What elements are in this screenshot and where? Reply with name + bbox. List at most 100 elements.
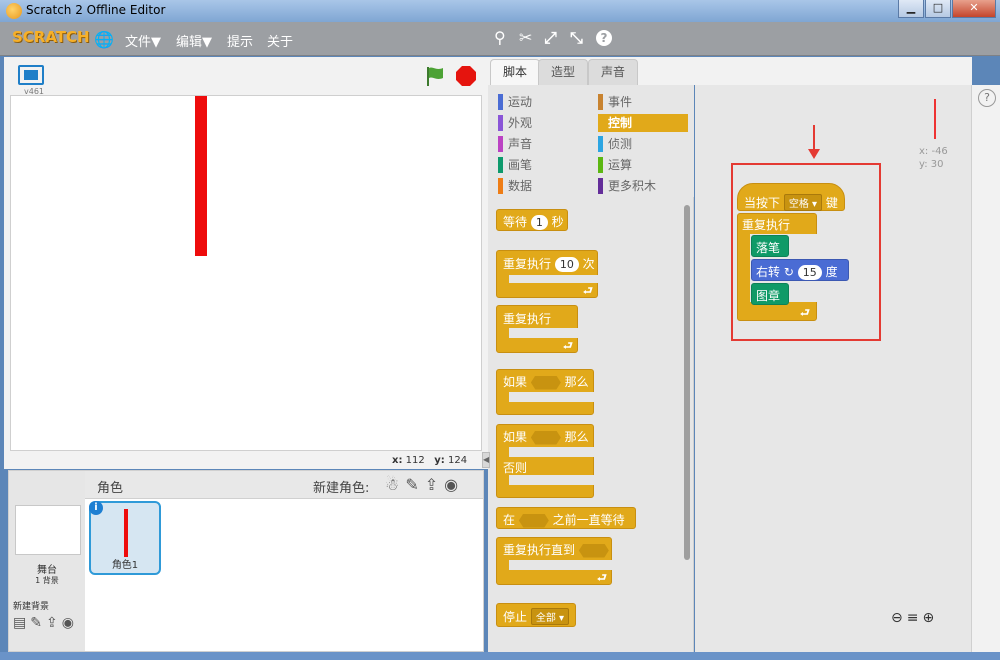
repeat-count-input[interactable]: 10 bbox=[554, 257, 579, 272]
category-events[interactable]: 事件 bbox=[598, 93, 688, 111]
stage-thumbnail[interactable] bbox=[15, 505, 81, 555]
script-pen-down[interactable]: 落笔 bbox=[751, 235, 789, 257]
presentation-mode-icon[interactable] bbox=[18, 65, 44, 85]
category-looks[interactable]: 外观 bbox=[498, 114, 588, 132]
camera-backdrop-icon[interactable]: ◉ bbox=[62, 615, 74, 631]
turn-right-icon: ↻ bbox=[783, 265, 794, 279]
sprite-library-icon[interactable]: ☃ bbox=[385, 475, 399, 494]
backdrop-library-icon[interactable]: ▤ bbox=[13, 615, 26, 631]
sprite-thumbnail[interactable]: i 角色1 bbox=[89, 501, 161, 575]
block-stop[interactable]: 停止 全部 ▾ bbox=[496, 603, 576, 627]
script-stamp[interactable]: 图章 bbox=[751, 283, 789, 305]
turn-degrees-input[interactable]: 15 bbox=[797, 265, 822, 280]
collapse-stage-arrow[interactable]: ◀ bbox=[482, 452, 490, 468]
category-list: 运动 事件 外观 控制 声音 侦测 画笔 运算 数据 更多积木 bbox=[488, 85, 694, 197]
backdrop-count: 1 背景 bbox=[35, 576, 59, 585]
minimize-button[interactable]: ▁ bbox=[898, 0, 924, 18]
stop-option-dropdown[interactable]: 全部 ▾ bbox=[530, 608, 570, 625]
title-bar: Scratch 2 Offline Editor ▁ □ ✕ bbox=[0, 0, 1000, 22]
stage-label: 舞台 bbox=[37, 565, 57, 576]
duplicate-icon[interactable]: ⚲ bbox=[494, 28, 506, 47]
pen-line-drawing bbox=[195, 96, 207, 256]
help-icon[interactable]: ? bbox=[596, 30, 612, 46]
app-icon bbox=[6, 3, 22, 19]
zoom-reset-icon[interactable]: ≡ bbox=[907, 610, 919, 626]
tab-sounds[interactable]: 声音 bbox=[588, 59, 639, 85]
editor-tabs: 脚本 造型 声音 bbox=[488, 57, 972, 85]
if-else-condition-slot[interactable] bbox=[530, 430, 561, 445]
block-if-else[interactable]: 如果 那么 否则 bbox=[496, 424, 595, 498]
mouse-coordinates: x: 112 y: 124 bbox=[392, 455, 467, 466]
palette-scrollbar[interactable] bbox=[684, 205, 690, 560]
x-label: x: bbox=[392, 455, 403, 466]
script-turn-right[interactable]: 右转 ↻ 15 度 bbox=[751, 259, 849, 281]
stage-area: v461 x: 112 y: 124 bbox=[4, 57, 488, 469]
language-globe-icon[interactable]: 🌐 bbox=[94, 30, 114, 49]
y-value: 124 bbox=[448, 455, 468, 466]
block-if-then[interactable]: 如果 那么 bbox=[496, 369, 595, 415]
paint-backdrop-icon[interactable]: ✎ bbox=[30, 615, 42, 631]
help-panel-icon[interactable]: ? bbox=[978, 89, 996, 107]
menu-edit[interactable]: 编辑▼ bbox=[176, 31, 212, 50]
stage-canvas[interactable] bbox=[10, 95, 482, 451]
block-forever[interactable]: 重复执行 ⮐ bbox=[496, 305, 579, 353]
menu-tips[interactable]: 提示 bbox=[227, 31, 253, 50]
script-area[interactable]: x: -46 y: 30 当按下 空格 ▾ 键 重复执行 ⮐ 落笔 右转 ↻ 1… bbox=[695, 85, 971, 652]
delete-icon[interactable]: ✂ bbox=[519, 28, 532, 47]
block-palette: 运动 事件 外观 控制 声音 侦测 画笔 运算 数据 更多积木 等待 1 秒 重… bbox=[488, 85, 694, 652]
category-operators[interactable]: 运算 bbox=[598, 156, 688, 174]
current-sprite-preview bbox=[934, 99, 936, 139]
right-strip: ? bbox=[971, 85, 1000, 652]
block-wait[interactable]: 等待 1 秒 bbox=[496, 209, 568, 231]
x-value: 112 bbox=[405, 455, 425, 466]
menu-bar: SCRATCH 🌐 文件▼ 编辑▼ 提示 关于 ⚲ ✂ ⤢ ⤡ ? bbox=[0, 22, 1000, 56]
upload-sprite-icon[interactable]: ⇪ bbox=[425, 475, 438, 494]
scratch-logo[interactable]: SCRATCH bbox=[12, 28, 90, 46]
zoom-out-icon[interactable]: ⊖ bbox=[891, 610, 903, 626]
sprite-name: 角色1 bbox=[111, 560, 139, 571]
block-repeat-until[interactable]: 重复执行直到 ⮐ bbox=[496, 537, 613, 585]
category-more-blocks[interactable]: 更多积木 bbox=[598, 177, 688, 195]
category-motion[interactable]: 运动 bbox=[498, 93, 588, 111]
camera-sprite-icon[interactable]: ◉ bbox=[444, 475, 458, 494]
category-sound[interactable]: 声音 bbox=[498, 135, 588, 153]
zoom-in-icon[interactable]: ⊕ bbox=[922, 610, 934, 626]
info-icon[interactable]: i bbox=[89, 501, 103, 515]
category-sensing[interactable]: 侦测 bbox=[598, 135, 688, 153]
upload-backdrop-icon[interactable]: ⇪ bbox=[46, 615, 58, 631]
sprite-y: y: 30 bbox=[919, 159, 944, 170]
tab-scripts[interactable]: 脚本 bbox=[490, 59, 541, 85]
grow-icon[interactable]: ⤢ bbox=[544, 28, 557, 48]
wait-until-condition-slot[interactable] bbox=[518, 513, 549, 528]
new-sprite-tools: ☃ ✎ ⇪ ◉ bbox=[385, 475, 458, 494]
category-pen[interactable]: 画笔 bbox=[498, 156, 588, 174]
key-dropdown[interactable]: 空格 ▾ bbox=[783, 194, 823, 211]
category-data[interactable]: 数据 bbox=[498, 177, 588, 195]
block-repeat[interactable]: 重复执行 10 次 ⮐ bbox=[496, 250, 599, 298]
maximize-button[interactable]: □ bbox=[925, 0, 951, 18]
script-when-key-pressed[interactable]: 当按下 空格 ▾ 键 bbox=[737, 183, 845, 211]
sprite-x: x: -46 bbox=[919, 146, 948, 157]
zoom-controls: ⊖ ≡ ⊕ bbox=[891, 610, 934, 626]
sprite-costume-preview bbox=[124, 509, 128, 557]
repeat-until-condition-slot[interactable] bbox=[578, 543, 609, 558]
stage-panel: 舞台 1 背景 新建背景 ▤ ✎ ⇪ ◉ bbox=[9, 471, 85, 651]
menu-about[interactable]: 关于 bbox=[267, 31, 293, 50]
wait-seconds-input[interactable]: 1 bbox=[530, 215, 548, 230]
y-label: y: bbox=[434, 455, 445, 466]
if-condition-slot[interactable] bbox=[530, 375, 561, 390]
category-control[interactable]: 控制 bbox=[598, 114, 688, 132]
tab-costumes[interactable]: 造型 bbox=[538, 59, 589, 85]
new-backdrop-tools: ▤ ✎ ⇪ ◉ bbox=[13, 615, 74, 631]
block-wait-until[interactable]: 在 之前一直等待 bbox=[496, 507, 636, 529]
new-backdrop-label: 新建背景 bbox=[13, 602, 50, 612]
sprite-header: 角色 新建角色: ☃ ✎ ⇪ ◉ bbox=[85, 471, 483, 499]
green-flag-icon[interactable] bbox=[424, 65, 446, 87]
close-button[interactable]: ✕ bbox=[952, 0, 996, 18]
sprites-title: 角色 bbox=[97, 481, 124, 496]
paint-sprite-icon[interactable]: ✎ bbox=[405, 475, 418, 494]
stop-icon[interactable] bbox=[456, 66, 476, 86]
sprite-pane: 舞台 1 背景 新建背景 ▤ ✎ ⇪ ◉ 角色 新建角色: ☃ ✎ ⇪ ◉ i … bbox=[8, 470, 484, 652]
shrink-icon[interactable]: ⤡ bbox=[570, 28, 583, 48]
menu-file[interactable]: 文件▼ bbox=[125, 31, 161, 50]
